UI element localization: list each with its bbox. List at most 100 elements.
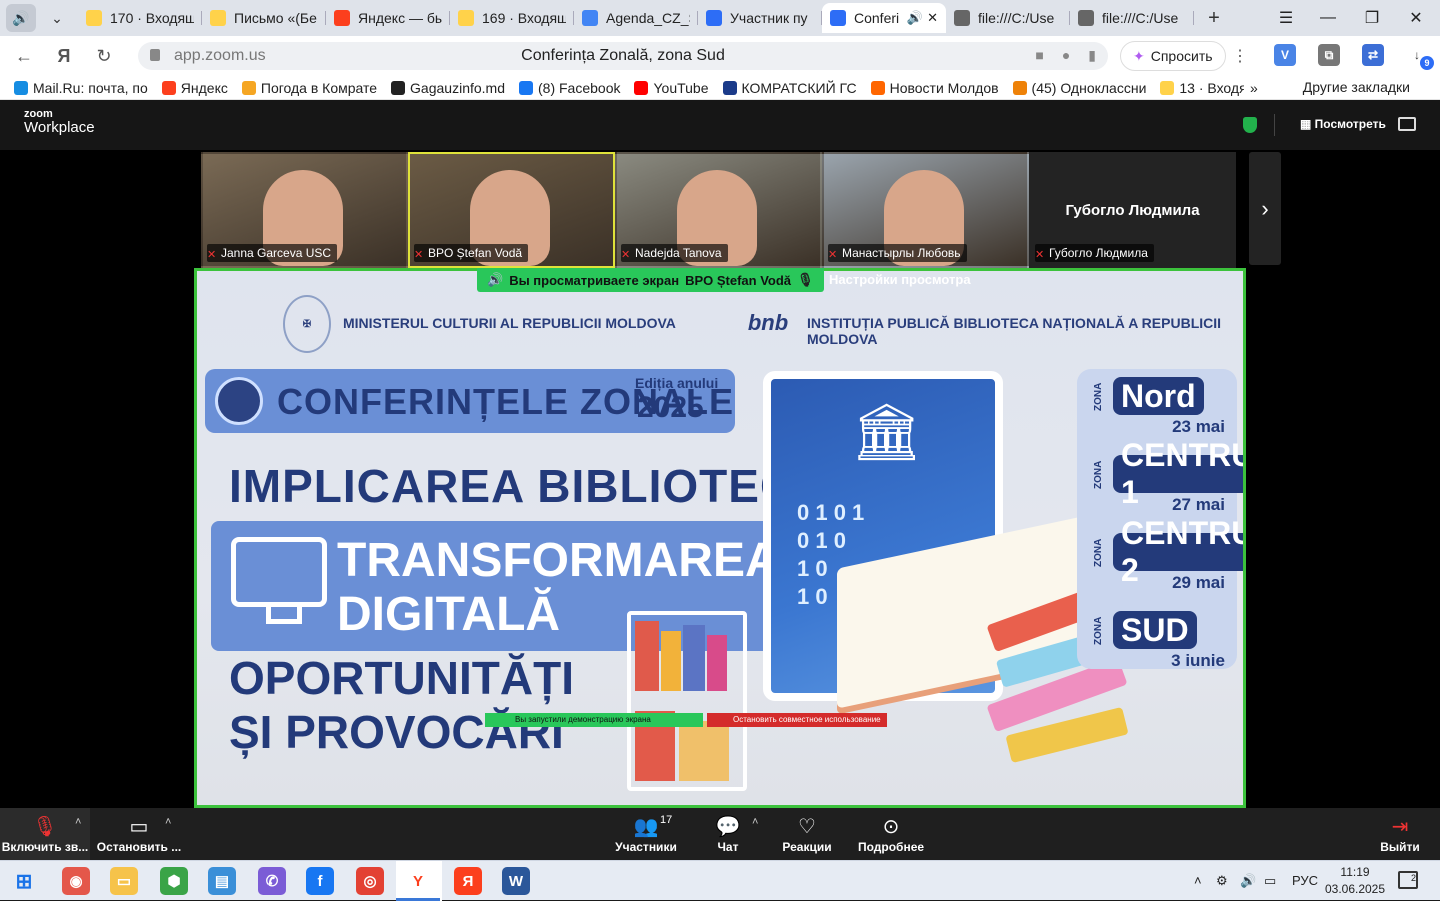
facebook-icon[interactable]: f bbox=[306, 867, 334, 895]
bookmark-item[interactable]: Яндекс bbox=[161, 79, 228, 96]
browser-tab[interactable]: Участник пу bbox=[698, 3, 822, 33]
bookmark-item[interactable]: Mail.Ru: почта, по bbox=[14, 80, 148, 96]
browser-tab[interactable]: 170 · Входящ bbox=[78, 3, 202, 33]
yandex-browser-icon[interactable]: Y bbox=[396, 867, 440, 901]
view-button[interactable]: ▦ Посмотреть bbox=[1300, 117, 1386, 131]
extensions-icon[interactable]: ⧉ bbox=[1318, 44, 1340, 66]
shared-screen: ✠ MINISTERUL CULTURII AL REPUBLICII MOLD… bbox=[194, 268, 1246, 808]
bookmark-favicon-icon bbox=[634, 80, 649, 95]
bookmark-icon[interactable]: ▮ bbox=[1088, 47, 1096, 64]
app-icon-4[interactable]: ▤ bbox=[208, 867, 236, 895]
participant-tile[interactable]: BPO Ștefan Vodă ✕ bbox=[408, 152, 615, 268]
leave-button[interactable]: ⇥ Выйти bbox=[1376, 808, 1424, 860]
close-window-button[interactable]: ✕ bbox=[1394, 0, 1438, 36]
muted-mic-icon: ✕ bbox=[1035, 249, 1045, 261]
browser-tab[interactable]: Agenda_CZ_S bbox=[574, 3, 698, 33]
reactions-button[interactable]: ♡ Реакции bbox=[776, 808, 838, 860]
next-page-chevron-icon[interactable]: › bbox=[1249, 152, 1281, 265]
bookmark-favicon-icon bbox=[391, 80, 406, 95]
video-options-chevron-icon[interactable]: ˄ bbox=[165, 816, 171, 828]
tab-audio-icon[interactable]: 🔊 bbox=[907, 10, 923, 26]
tab-label: 170 · Входящ bbox=[110, 10, 194, 26]
bookmark-favicon-icon bbox=[1012, 80, 1027, 95]
bookmark-item[interactable]: Новости Молдов bbox=[870, 79, 999, 96]
bookmark-item[interactable]: Gagauzinfo.md bbox=[391, 80, 505, 96]
bookmarks-overflow-icon[interactable]: » bbox=[1250, 80, 1258, 96]
address-bar: ← Я ↻ app.zoom.us Conferința Zonală, zon… bbox=[0, 36, 1440, 76]
bookmark-item[interactable]: КОМРАТСКИЙ ГС bbox=[722, 79, 857, 96]
downloads-icon[interactable]: ↓ 9 bbox=[1406, 44, 1434, 70]
browser-tab[interactable]: Conferi 🔊 ✕ bbox=[822, 3, 946, 33]
tab-list-button[interactable]: ⌄ bbox=[42, 4, 72, 32]
bookmark-label: 13 · Входящи bbox=[1179, 79, 1244, 96]
zone-date: 23 mai bbox=[1172, 417, 1225, 436]
audio-tab-icon[interactable]: 🔊 bbox=[6, 4, 36, 32]
participant-name: Манастырлы Любовь bbox=[828, 244, 967, 262]
participants-count: 17 bbox=[660, 814, 673, 826]
start-button[interactable]: ⊞ bbox=[10, 867, 38, 895]
share-owner: BPO Ștefan Vodă bbox=[685, 272, 792, 288]
bookmark-item[interactable]: YouTube bbox=[634, 80, 709, 96]
volume-icon[interactable]: 🔊 bbox=[1240, 873, 1256, 889]
participant-tile[interactable]: Манастырлы Любовь ✕ bbox=[822, 152, 1029, 268]
participant-tile[interactable]: Janna Garceva USC ✕ bbox=[201, 152, 408, 268]
app-icon-3[interactable]: ⬢ bbox=[160, 867, 188, 895]
bookmark-favicon-icon bbox=[722, 80, 737, 95]
bookmark-label: Новости Молдов bbox=[889, 79, 999, 96]
viber-icon[interactable]: ✆ bbox=[258, 867, 286, 895]
url-box[interactable]: app.zoom.us Conferința Zonală, zona Sud … bbox=[138, 42, 1108, 70]
microphone-icon[interactable]: ● bbox=[1062, 47, 1070, 64]
bookmark-label: КОМРАТСКИЙ ГС bbox=[741, 79, 857, 96]
maximize-button[interactable]: ❐ bbox=[1350, 0, 1394, 36]
new-tab-button[interactable]: + bbox=[1200, 4, 1228, 32]
menu-dots-icon[interactable]: ⋮ bbox=[1232, 46, 1248, 66]
tab-close-icon[interactable]: ✕ bbox=[927, 10, 938, 26]
tray-overflow-icon[interactable]: ˄ bbox=[1194, 873, 1202, 888]
app-icon-1[interactable]: ◉ bbox=[62, 867, 90, 895]
notifications-icon[interactable]: 2 bbox=[1398, 871, 1418, 889]
reload-button[interactable]: ↻ bbox=[84, 38, 124, 74]
chat-button[interactable]: 💬 Чат bbox=[700, 808, 756, 860]
yandex-button[interactable]: Я bbox=[44, 38, 84, 74]
yandex-icon[interactable]: Я bbox=[454, 867, 482, 895]
ask-button[interactable]: ✦ Спросить bbox=[1120, 41, 1226, 71]
participant-tile[interactable]: Губогло Людмила Губогло Людмила ✕ bbox=[1029, 152, 1236, 268]
library-text: INSTITUȚIA PUBLICĂ BIBLIOTECA NAȚIONALĂ … bbox=[807, 315, 1222, 347]
share-notice-bar[interactable]: 🔊 Вы просматриваете экран BPO Ștefan Vod… bbox=[477, 268, 824, 292]
chat-options-chevron-icon[interactable]: ˄ bbox=[752, 816, 758, 828]
tab-manager-icon[interactable]: ☰ bbox=[1264, 0, 1308, 36]
library-building-icon: 🏛 bbox=[851, 400, 923, 463]
more-button[interactable]: ⊙ Подробнее bbox=[856, 808, 926, 860]
clock[interactable]: 11:19 03.06.2025 bbox=[1320, 864, 1390, 898]
vk-extension-icon[interactable]: V bbox=[1274, 44, 1296, 66]
display-icon[interactable]: ▭ bbox=[1264, 873, 1276, 889]
back-button[interactable]: ← bbox=[4, 38, 44, 74]
bookmark-item[interactable]: (8) Facebook bbox=[519, 80, 620, 96]
translate-extension-icon[interactable]: ⇄ bbox=[1362, 44, 1384, 66]
participant-tile[interactable]: Nadejda Tanova ✕ bbox=[615, 152, 822, 268]
bookmark-label: Яндекс bbox=[180, 79, 228, 96]
divider bbox=[1274, 114, 1275, 136]
bookmark-item[interactable]: 13 · Входящи bbox=[1160, 80, 1244, 96]
browser-tab[interactable]: Письмо «(Бе bbox=[202, 3, 326, 33]
fullscreen-icon[interactable] bbox=[1398, 117, 1416, 131]
zoom-icon bbox=[706, 10, 722, 26]
browser-tab[interactable]: 169 · Входящ bbox=[450, 3, 574, 33]
audio-options-chevron-icon[interactable]: ˄ bbox=[75, 816, 81, 828]
encryption-shield-icon[interactable] bbox=[1243, 117, 1257, 133]
other-bookmarks[interactable]: Другие закладки bbox=[1303, 79, 1410, 95]
word-icon[interactable]: W bbox=[502, 867, 530, 895]
network-icon[interactable]: ⚙ bbox=[1216, 873, 1228, 889]
language-indicator[interactable]: РУС bbox=[1292, 873, 1318, 888]
camera-icon[interactable]: ■ bbox=[1035, 47, 1043, 64]
view-options-button[interactable]: Настройки просмотра bbox=[829, 272, 971, 287]
chrome-icon[interactable]: ◎ bbox=[356, 867, 384, 895]
browser-tab[interactable]: file:///C:/Use bbox=[1070, 3, 1194, 33]
bookmark-item[interactable]: Погода в Комрате bbox=[241, 80, 377, 96]
file-explorer-icon[interactable]: ▭ bbox=[110, 867, 138, 895]
browser-tab[interactable]: file:///C:/Use bbox=[946, 3, 1070, 33]
browser-tab[interactable]: Яндекс — бы bbox=[326, 3, 450, 33]
minimize-button[interactable]: — bbox=[1306, 0, 1350, 36]
bookmark-item[interactable]: (45) Одноклассни bbox=[1012, 80, 1146, 96]
conference-slide: ✠ MINISTERUL CULTURII AL REPUBLICII MOLD… bbox=[197, 271, 1243, 805]
